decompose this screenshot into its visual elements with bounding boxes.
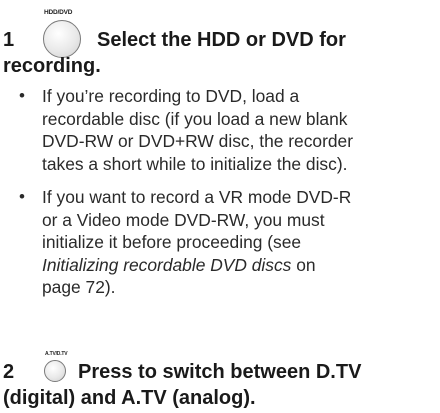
atv-dtv-button-label: A.TV/D.TV	[45, 351, 68, 357]
bullet-dvd-load: • If you’re recording to DVD, load a rec…	[17, 85, 440, 175]
bullet-1-line-3: DVD-RW or DVD+RW disc, the recorder	[42, 131, 354, 151]
reference-link-initializing[interactable]: Initializing recordable DVD discs	[42, 255, 291, 275]
bullet-initialize: • If you want to record a VR mode DVD-R …	[17, 186, 440, 299]
bullet-dot-icon: •	[19, 86, 25, 105]
step-1-title-line2: recording.	[3, 55, 101, 77]
bullet-1-line-4: takes a short while to initialize the di…	[42, 153, 348, 174]
bullet-2-line-2: or a Video mode DVD-RW, you must	[42, 209, 325, 230]
bullet-dot-icon: •	[19, 187, 25, 206]
step-2-title-line2: (digital) and A.TV (analog).	[3, 387, 256, 409]
instruction-bullets: • If you’re recording to DVD, load a rec…	[17, 85, 440, 299]
bullet-2-line-1: If you want to record a VR mode DVD-R	[42, 187, 352, 207]
hdd-dvd-button-icon	[43, 20, 81, 58]
step-1-number: 1	[3, 29, 15, 51]
instruction-page: HDD/DVD 1 Select the HDD or DVD for reco…	[0, 0, 440, 413]
bullet-1-line-1: If you’re recording to DVD, load a	[42, 86, 300, 106]
step-2-title-line1: Press to switch between D.TV	[78, 361, 362, 383]
reference-suffix: on	[291, 254, 316, 275]
step-2-number: 2	[3, 361, 15, 383]
atv-dtv-button-icon	[44, 360, 66, 382]
bullet-1-line-2: recordable disc (if you load a new blank	[42, 108, 348, 129]
hdd-dvd-button-label: HDD/DVD	[44, 9, 73, 16]
bullet-2-line-5: page 72).	[42, 277, 116, 297]
bullet-2-line-3: initialize it before proceeding (see	[42, 232, 302, 252]
bullet-2-line-4: Initializing recordable DVD discs on	[42, 254, 440, 277]
step-1-title-line1: Select the HDD or DVD for	[97, 29, 346, 51]
